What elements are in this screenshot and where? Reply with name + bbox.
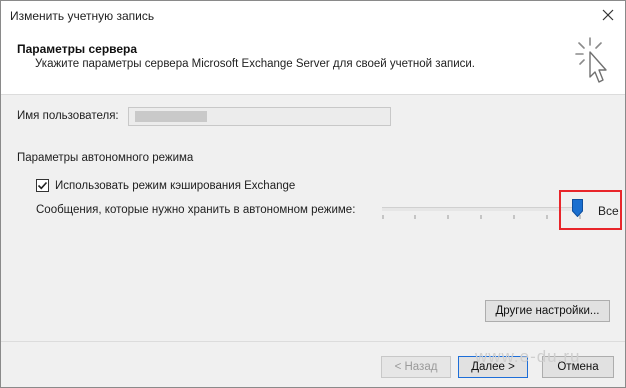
close-icon[interactable] bbox=[600, 7, 616, 23]
cache-mode-checkbox[interactable] bbox=[36, 179, 49, 192]
username-redacted-value bbox=[135, 111, 207, 122]
watermark: www.e-du.ru bbox=[475, 347, 581, 366]
title-bar: Изменить учетную запись bbox=[1, 1, 625, 32]
username-field[interactable] bbox=[128, 107, 391, 126]
cursor-click-icon bbox=[575, 37, 607, 83]
highlight-annotation bbox=[559, 190, 622, 230]
more-settings-button[interactable]: Другие настройки... bbox=[485, 300, 610, 322]
header-panel: Параметры сервера Укажите параметры серв… bbox=[1, 32, 625, 95]
header-title: Параметры сервера bbox=[17, 42, 138, 56]
keep-mail-label: Сообщения, которые нужно хранить в автон… bbox=[36, 204, 356, 216]
bottom-separator bbox=[1, 341, 625, 342]
checkmark-icon bbox=[37, 181, 48, 190]
offline-section-label: Параметры автономного режима bbox=[17, 152, 194, 164]
dialog-window: Изменить учетную запись Параметры сервер… bbox=[0, 0, 626, 388]
slider-ticks bbox=[382, 215, 581, 219]
back-button[interactable]: < Назад bbox=[381, 356, 451, 378]
cache-mode-label[interactable]: Использовать режим кэширования Exchange bbox=[55, 180, 295, 192]
offline-mail-slider-track[interactable] bbox=[382, 207, 582, 211]
header-subtitle: Укажите параметры сервера Microsoft Exch… bbox=[35, 58, 475, 70]
window-title: Изменить учетную запись bbox=[10, 9, 155, 23]
username-label: Имя пользователя: bbox=[17, 110, 119, 122]
